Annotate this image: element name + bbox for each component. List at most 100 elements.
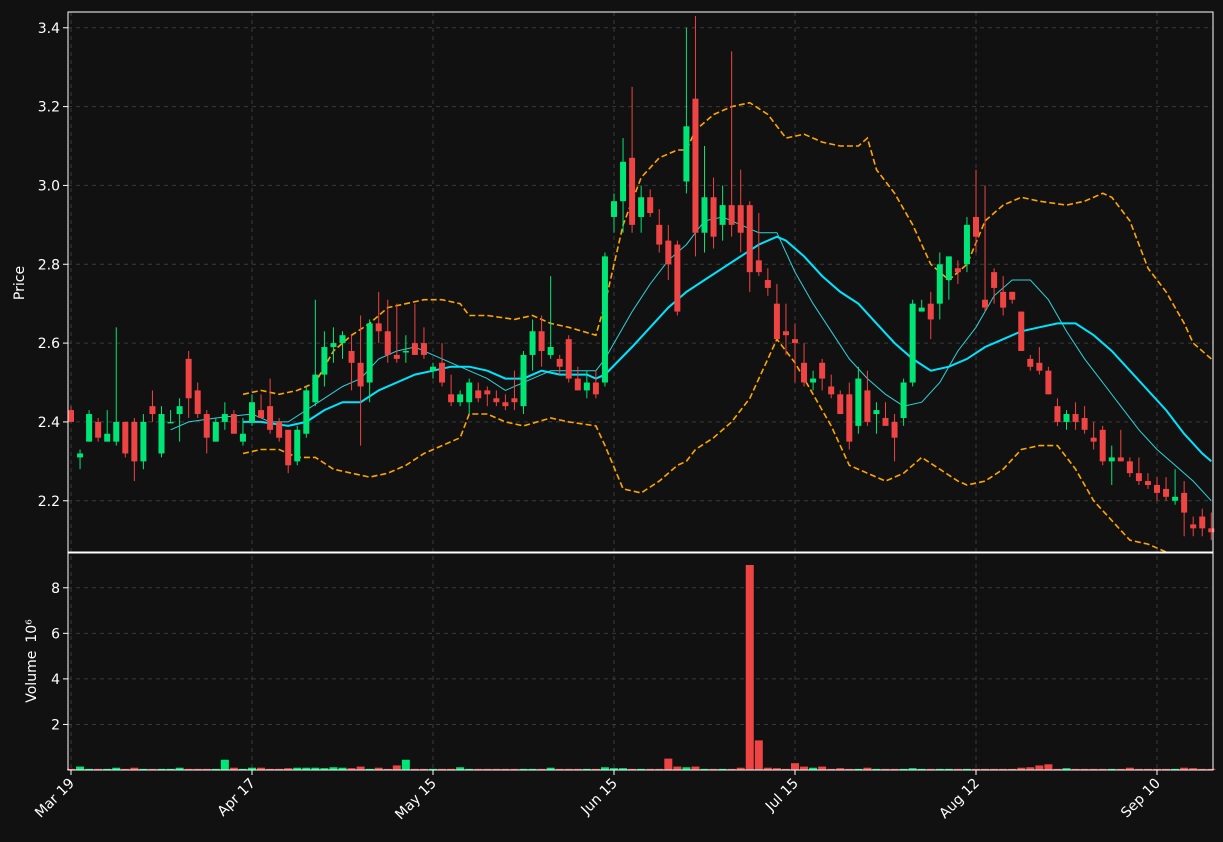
candle-body-down xyxy=(1000,291,1007,308)
volume-bar xyxy=(745,565,754,770)
candle-body-down xyxy=(203,414,210,438)
candle-body-down xyxy=(475,390,482,399)
candle-body-down xyxy=(764,280,771,288)
candle-body-down xyxy=(194,390,201,415)
candle-body-down xyxy=(1154,484,1160,493)
candle-body-down xyxy=(592,382,599,395)
candle-body-down xyxy=(773,303,780,340)
candle-body-down xyxy=(511,398,518,403)
candle-body-up xyxy=(239,433,246,442)
candle-body-down xyxy=(556,358,563,367)
candle-body-down xyxy=(792,339,798,344)
candle-body-down xyxy=(538,331,545,351)
candle-body-up xyxy=(366,323,373,383)
candle-body-up xyxy=(1108,457,1115,462)
candle-body-down xyxy=(864,390,871,422)
candle-body-down xyxy=(1144,481,1151,485)
candle-body-down xyxy=(448,394,455,403)
candle-body-up xyxy=(104,433,111,442)
candle-body-up xyxy=(176,406,183,415)
candle-body-up xyxy=(158,414,165,454)
volume-bar xyxy=(356,766,365,770)
volume-bar xyxy=(1035,765,1044,770)
price-tick-label: 3.0 xyxy=(38,178,60,194)
candle-body-up xyxy=(303,390,310,434)
volume-axis-label: Volume 10⁶ xyxy=(24,619,40,703)
candle-body-down xyxy=(755,260,762,273)
candle-body-down xyxy=(285,429,292,466)
candle-body-up xyxy=(140,421,147,462)
candle-body-down xyxy=(674,244,681,312)
candle-body-up xyxy=(312,374,319,403)
candle-body-down xyxy=(1099,429,1106,462)
candle-body-up xyxy=(294,429,301,462)
candlestick-chart: 2.22.42.62.83.03.23.42468 Mar 19 Apr 17 Ma… xyxy=(0,0,1223,842)
volume-bar xyxy=(1044,764,1053,770)
candle-body-up xyxy=(221,414,228,422)
candle-body-up xyxy=(638,197,645,217)
candle-body-up xyxy=(701,197,708,233)
candle-body-down xyxy=(846,394,853,442)
candle-body-up xyxy=(466,382,473,403)
candle-body-up xyxy=(1063,414,1070,422)
candle-body-down xyxy=(837,394,844,415)
candle-body-up xyxy=(547,347,554,355)
candle-body-up xyxy=(683,126,690,182)
candle-body-down xyxy=(629,157,636,225)
candle-body-down xyxy=(411,343,418,355)
candle-body-down xyxy=(439,362,446,383)
candle-body-down xyxy=(1018,311,1025,351)
candle-body-down xyxy=(982,299,989,308)
candle-body-up xyxy=(936,264,943,304)
candle-body-up xyxy=(873,410,880,415)
volume-tick-label: 8 xyxy=(51,581,60,597)
candle-body-down xyxy=(954,268,961,273)
candle-body-up xyxy=(611,201,617,217)
candle-body-down xyxy=(647,197,654,214)
candle-body-down xyxy=(1181,492,1188,513)
candle-body-down xyxy=(1054,406,1061,422)
candle-body-up xyxy=(719,205,726,225)
volume-bar xyxy=(673,766,682,770)
candle-body-up xyxy=(963,224,970,265)
volume-bar xyxy=(664,758,673,770)
candle-body-down xyxy=(493,398,500,403)
candle-body-up xyxy=(520,354,527,407)
candle-body-down xyxy=(737,205,744,233)
candle-body-down xyxy=(746,205,753,273)
volume-bar xyxy=(691,766,700,770)
candle-body-up xyxy=(529,331,536,355)
candle-body-up xyxy=(855,378,862,426)
candle-body-down xyxy=(819,362,826,379)
candle-body-down xyxy=(1126,461,1133,474)
candle-body-up xyxy=(601,256,608,383)
candle-body-down xyxy=(1072,414,1079,422)
candle-body-up xyxy=(249,402,255,422)
candle-body-down xyxy=(882,417,889,426)
candle-body-down xyxy=(420,343,427,355)
candle-body-down xyxy=(1117,457,1124,462)
candle-body-up xyxy=(620,161,627,202)
candle-body-up xyxy=(212,421,219,442)
volume-bar xyxy=(76,766,85,770)
candle-body-down xyxy=(1027,358,1034,367)
candle-body-up xyxy=(113,421,120,442)
candle-body-down xyxy=(991,272,998,288)
chart-background xyxy=(0,0,1223,842)
candle-body-down xyxy=(828,386,835,395)
volume-bar xyxy=(754,740,763,770)
price-tick-label: 3.2 xyxy=(38,100,60,116)
candle-body-down xyxy=(68,410,74,422)
candle-body-up xyxy=(339,335,346,344)
volume-bar xyxy=(392,765,401,770)
candle-body-down xyxy=(1090,437,1097,442)
candle-body-down xyxy=(1135,473,1142,482)
candle-body-down xyxy=(276,421,283,438)
candle-body-down xyxy=(565,339,572,379)
candle-body-down xyxy=(1199,516,1206,529)
candle-body-down xyxy=(357,362,364,387)
volume-bar xyxy=(220,759,229,770)
candle-body-down xyxy=(384,331,391,355)
candle-body-down xyxy=(574,378,581,391)
candle-body-down xyxy=(122,421,129,454)
